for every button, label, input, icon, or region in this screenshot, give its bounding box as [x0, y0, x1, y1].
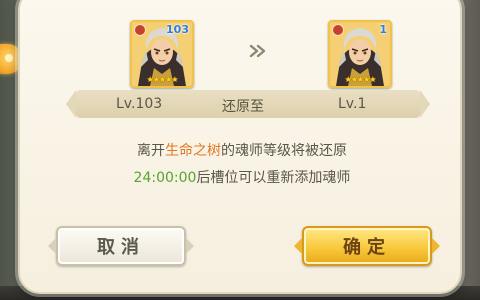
element-badge-icon	[332, 24, 344, 36]
cancel-button[interactable]: 取消	[48, 226, 194, 266]
element-badge-icon	[134, 24, 146, 36]
cooldown-message: 24:00:00后槽位可以重新添加魂师	[20, 167, 464, 187]
from-level-label: Lv.103	[116, 96, 163, 112]
double-chevron-right-icon	[249, 44, 266, 58]
soul-master-card-from: 103 ★★★★★	[130, 20, 194, 88]
message-prefix: 离开	[137, 143, 165, 159]
cooldown-timer: 24:00:00	[133, 170, 197, 186]
restore-level-dialog: 103 ★★★★★ 1 ★★★★★ Lv.103 还原至 Lv.1 离开生命之树…	[18, 0, 462, 294]
restore-warning-message: 离开生命之树的魂师等级将被还原	[20, 140, 464, 160]
star-rating: ★★★★★	[344, 75, 377, 84]
to-level-label: Lv.1	[338, 96, 367, 112]
cooldown-suffix: 后槽位可以重新添加魂师	[196, 170, 351, 186]
confirm-button[interactable]: 确定	[294, 226, 440, 266]
star-rating: ★★★★★	[146, 75, 179, 84]
message-suffix: 的魂师等级将被还原	[221, 143, 347, 159]
restore-to-label: 还原至	[222, 99, 264, 115]
soul-master-card-to: 1 ★★★★★	[328, 20, 392, 88]
location-name: 生命之树	[165, 143, 221, 159]
level-restore-bar: Lv.103 还原至 Lv.1	[66, 90, 430, 118]
card-level-badge: 103	[166, 23, 189, 36]
card-level-badge: 1	[379, 23, 387, 36]
